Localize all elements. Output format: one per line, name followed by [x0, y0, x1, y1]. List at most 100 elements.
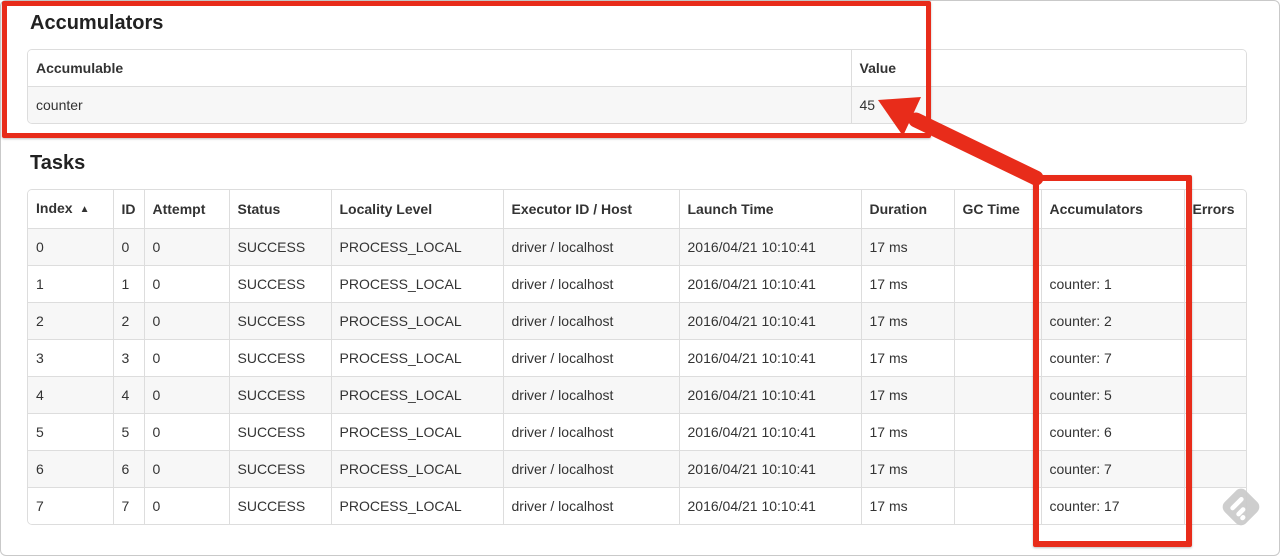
table-header-row: Index ▲ ID Attempt Status Locality Level Execu…	[28, 190, 1246, 229]
table-cell-accumulators: counter: 7	[1040, 450, 1184, 488]
watermark-diamond-icon	[1222, 488, 1260, 526]
table-row: 1 1 0 SUCCESS PROCESS_LOCAL driver / localhos…	[28, 265, 1246, 303]
table-cell-gc-time	[953, 413, 1041, 451]
accumulators-table: Accumulable Value counter 45	[28, 50, 1246, 123]
table-cell-gc-time	[953, 376, 1041, 414]
table-cell-status: SUCCESS	[228, 302, 331, 340]
table-cell-executor-id-host: driver / localhost	[502, 376, 679, 414]
table-cell-gc-time	[953, 450, 1041, 488]
table-cell-status: SUCCESS	[228, 265, 331, 303]
table-cell-id: 3	[112, 339, 144, 377]
table-cell-errors	[1183, 265, 1246, 303]
column-header-index[interactable]: Index ▲	[28, 190, 113, 229]
column-header-accumulable[interactable]: Accumulable	[28, 50, 851, 87]
table-cell-accumulable: counter	[28, 86, 851, 123]
table-cell-attempt: 0	[143, 413, 229, 451]
column-header-status[interactable]: Status	[228, 190, 331, 229]
table-cell-executor-id-host: driver / localhost	[502, 228, 679, 266]
table-cell-id: 6	[112, 450, 144, 488]
table-cell-launch-time: 2016/04/21 10:10:41	[678, 376, 861, 414]
tasks-table-wrap: Index ▲ ID Attempt Status Locality Level Execu…	[27, 189, 1247, 525]
table-cell-launch-time: 2016/04/21 10:10:41	[678, 487, 861, 524]
table-cell-duration: 17 ms	[860, 450, 954, 488]
table-cell-attempt: 0	[143, 302, 229, 340]
table-cell-executor-id-host: driver / localhost	[502, 339, 679, 377]
table-cell-attempt: 0	[143, 450, 229, 488]
column-header-value[interactable]: Value	[850, 50, 1246, 87]
table-cell-accumulators: counter: 2	[1040, 302, 1184, 340]
sort-ascending-icon: ▲	[79, 204, 90, 215]
table-cell-id: 2	[112, 302, 144, 340]
column-header-locality-level[interactable]: Locality Level	[330, 190, 503, 229]
accumulators-table-wrap: Accumulable Value counter 45	[27, 49, 1247, 124]
table-cell-id: 7	[112, 487, 144, 524]
table-cell-errors	[1183, 450, 1246, 488]
table-cell-gc-time	[953, 228, 1041, 266]
column-header-launch-time[interactable]: Launch Time	[678, 190, 861, 229]
accumulators-section-title: Accumulators	[30, 12, 164, 34]
table-cell-launch-time: 2016/04/21 10:10:41	[678, 302, 861, 340]
spark-ui-page: Accumulators Accumulable Value counter 45 …	[0, 0, 1280, 556]
column-header-gc-time[interactable]: GC Time	[953, 190, 1041, 229]
table-cell-index: 6	[28, 450, 113, 488]
column-header-executor-id-host[interactable]: Executor ID / Host	[502, 190, 679, 229]
table-row: 0 0 0 SUCCESS PROCESS_LOCAL driver / localhos…	[28, 228, 1246, 266]
table-cell-launch-time: 2016/04/21 10:10:41	[678, 339, 861, 377]
column-header-attempt[interactable]: Attempt	[143, 190, 229, 229]
table-cell-locality-level: PROCESS_LOCAL	[330, 413, 503, 451]
table-cell-duration: 17 ms	[860, 376, 954, 414]
table-cell-duration: 17 ms	[860, 302, 954, 340]
table-cell-locality-level: PROCESS_LOCAL	[330, 339, 503, 377]
table-cell-attempt: 0	[143, 265, 229, 303]
column-header-duration[interactable]: Duration	[860, 190, 954, 229]
table-cell-gc-time	[953, 265, 1041, 303]
table-cell-index: 2	[28, 302, 113, 340]
table-cell-accumulators	[1040, 228, 1184, 266]
table-cell-accumulators: counter: 1	[1040, 265, 1184, 303]
tasks-table: Index ▲ ID Attempt Status Locality Level Execu…	[28, 190, 1246, 524]
table-cell-status: SUCCESS	[228, 450, 331, 488]
table-row: 3 3 0 SUCCESS PROCESS_LOCAL driver / localhos…	[28, 339, 1246, 377]
table-cell-id: 5	[112, 413, 144, 451]
table-cell-attempt: 0	[143, 487, 229, 524]
table-cell-attempt: 0	[143, 376, 229, 414]
accumulators-section: Accumulators Accumulable Value counter 45	[27, 12, 1247, 124]
table-cell-status: SUCCESS	[228, 487, 331, 524]
table-cell-launch-time: 2016/04/21 10:10:41	[678, 228, 861, 266]
table-cell-index: 7	[28, 487, 113, 524]
table-cell-errors	[1183, 413, 1246, 451]
table-cell-locality-level: PROCESS_LOCAL	[330, 265, 503, 303]
table-cell-status: SUCCESS	[228, 376, 331, 414]
table-cell-duration: 17 ms	[860, 265, 954, 303]
table-cell-accumulators: counter: 6	[1040, 413, 1184, 451]
table-row: counter 45	[28, 86, 1246, 123]
table-cell-locality-level: PROCESS_LOCAL	[330, 450, 503, 488]
table-row: 7 7 0 SUCCESS PROCESS_LOCAL driver / localhos…	[28, 487, 1246, 524]
table-cell-index: 0	[28, 228, 113, 266]
table-cell-index: 1	[28, 265, 113, 303]
table-cell-executor-id-host: driver / localhost	[502, 265, 679, 303]
table-cell-errors	[1183, 376, 1246, 414]
table-cell-index: 4	[28, 376, 113, 414]
table-cell-gc-time	[953, 339, 1041, 377]
table-cell-accumulators: counter: 5	[1040, 376, 1184, 414]
column-header-id[interactable]: ID	[112, 190, 144, 229]
table-cell-locality-level: PROCESS_LOCAL	[330, 487, 503, 524]
table-cell-duration: 17 ms	[860, 487, 954, 524]
table-cell-launch-time: 2016/04/21 10:10:41	[678, 413, 861, 451]
table-cell-accumulators: counter: 7	[1040, 339, 1184, 377]
column-header-accumulators[interactable]: Accumulators	[1040, 190, 1184, 229]
table-row: 2 2 0 SUCCESS PROCESS_LOCAL driver / localhos…	[28, 302, 1246, 340]
table-cell-errors	[1183, 228, 1246, 266]
table-cell-gc-time	[953, 487, 1041, 524]
table-header-row: Accumulable Value	[28, 50, 1246, 87]
table-cell-id: 1	[112, 265, 144, 303]
table-cell-index: 3	[28, 339, 113, 377]
table-cell-status: SUCCESS	[228, 228, 331, 266]
table-cell-executor-id-host: driver / localhost	[502, 302, 679, 340]
table-cell-duration: 17 ms	[860, 339, 954, 377]
table-cell-duration: 17 ms	[860, 228, 954, 266]
table-cell-attempt: 0	[143, 228, 229, 266]
table-cell-launch-time: 2016/04/21 10:10:41	[678, 265, 861, 303]
column-header-errors[interactable]: Errors	[1183, 190, 1246, 229]
